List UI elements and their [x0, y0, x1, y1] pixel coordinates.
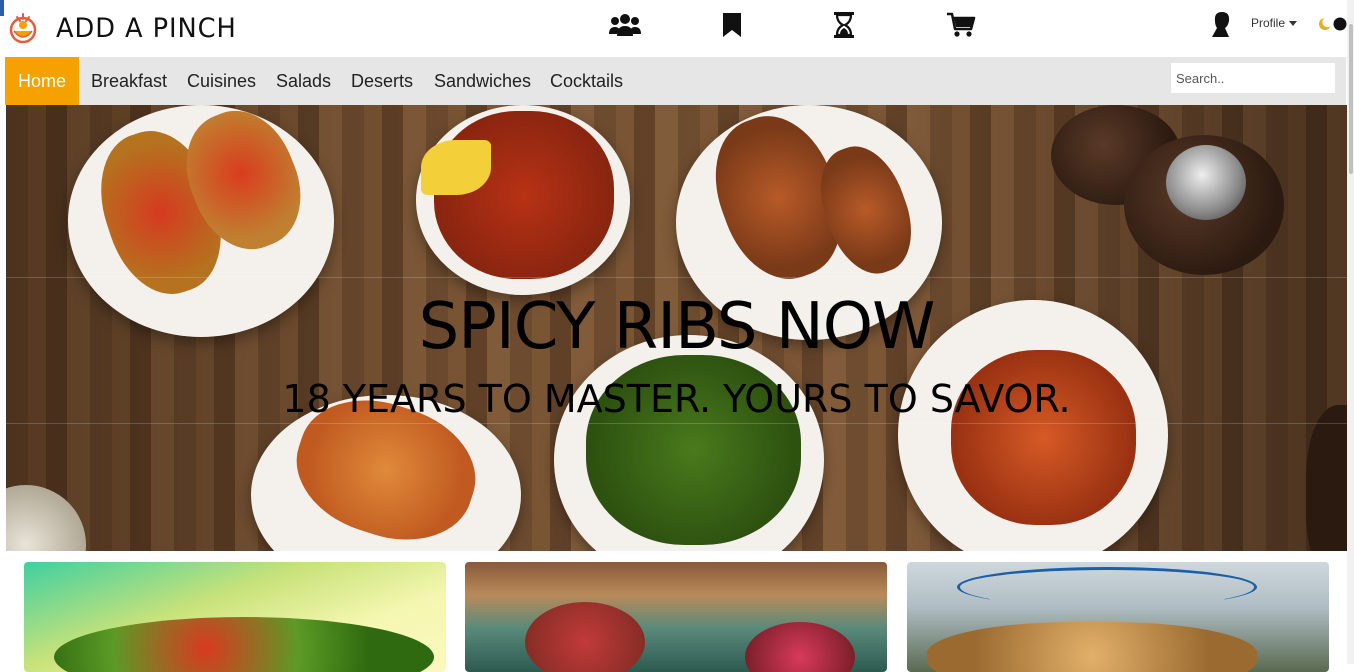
wrap-paper-print	[957, 567, 1257, 607]
top-header: ADD A PINCH Profile	[0, 0, 1354, 57]
nav-item-cuisines[interactable]: Cuisines	[174, 57, 269, 105]
nav-item-sandwiches[interactable]: Sandwiches	[421, 57, 544, 105]
hero-subtitle: 18 YEARS TO MASTER. YOURS TO SAVOR.	[282, 377, 1071, 421]
nav-item-cocktails[interactable]: Cocktails	[537, 57, 636, 105]
moon-icon	[1319, 16, 1333, 30]
profile-label: Profile	[1251, 16, 1286, 30]
brand-logo-icon[interactable]	[6, 11, 40, 45]
skewer-image	[525, 602, 645, 672]
bottle-edge	[6, 485, 86, 551]
theme-toggle[interactable]	[1316, 15, 1350, 33]
search-input[interactable]	[1171, 63, 1335, 93]
nav-item-deserts[interactable]: Deserts	[338, 57, 426, 105]
grinder-top	[1166, 145, 1246, 220]
hero-divider-bottom	[6, 423, 1347, 424]
recipe-card-salad[interactable]	[24, 562, 446, 672]
nav-item-breakfast[interactable]: Breakfast	[78, 57, 180, 105]
pomegranate-image	[745, 622, 855, 672]
category-nav: Home Breakfast Cuisines Salads Deserts S…	[5, 57, 1346, 105]
hero-banner: SPICY RIBS NOW 18 YEARS TO MASTER. YOURS…	[6, 105, 1347, 551]
community-icon	[609, 14, 641, 36]
dark-object-edge	[1306, 405, 1347, 551]
hero-title: SPICY RIBS NOW	[418, 290, 936, 364]
hero-divider-top	[6, 277, 1347, 278]
recipe-card-skewers[interactable]	[465, 562, 887, 672]
scrollbar-thumb[interactable]	[1349, 24, 1353, 174]
recipe-card-souvlaki[interactable]	[907, 562, 1329, 672]
nav-item-home[interactable]: Home	[5, 57, 80, 105]
souvlaki-image	[927, 622, 1257, 672]
hourglass-icon	[834, 12, 854, 38]
window-edge-marker	[0, 0, 4, 16]
user-avatar-icon[interactable]	[1209, 11, 1233, 37]
toggle-knob	[1333, 17, 1347, 31]
cart-button[interactable]	[943, 9, 979, 41]
profile-dropdown[interactable]: Profile	[1251, 16, 1298, 30]
chevron-down-icon	[1289, 20, 1298, 26]
community-button[interactable]	[607, 9, 643, 41]
timer-button[interactable]	[826, 9, 862, 41]
bookmarks-button[interactable]	[714, 9, 750, 41]
nav-item-salads[interactable]: Salads	[263, 57, 344, 105]
bookmark-icon	[723, 13, 741, 37]
brand-name[interactable]: ADD A PINCH	[56, 13, 237, 44]
stew-food	[434, 111, 614, 279]
cart-icon	[947, 12, 976, 37]
lemon-wedge	[421, 140, 491, 195]
